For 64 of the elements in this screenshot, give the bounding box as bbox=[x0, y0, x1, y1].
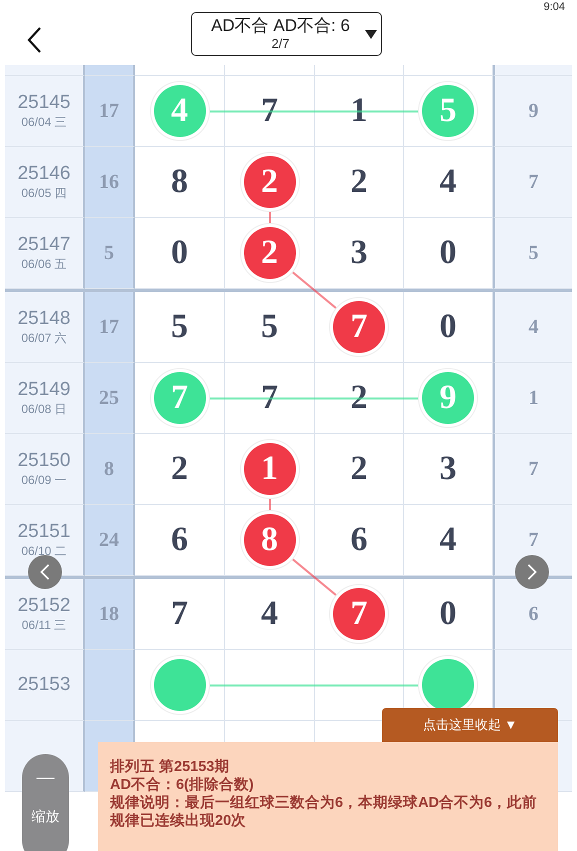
number-ball: 7 bbox=[333, 301, 385, 353]
table-cell: 2 bbox=[315, 434, 404, 505]
table-cell: 7 bbox=[493, 147, 572, 218]
number-ball: 8 bbox=[244, 514, 296, 566]
issue-number: 25149 bbox=[18, 379, 70, 401]
number-ball: 4 bbox=[154, 85, 206, 137]
table-cell: 5 bbox=[225, 292, 315, 363]
chevron-right-icon bbox=[527, 563, 537, 581]
table-cell: 8 bbox=[135, 147, 225, 218]
table-cell: 25 bbox=[85, 363, 135, 434]
issue-number: 25150 bbox=[18, 450, 70, 472]
info-text: AD不合：6(排除合数) bbox=[110, 776, 255, 794]
caret-icon bbox=[365, 30, 377, 38]
draw-date: 06/11 三 bbox=[22, 617, 66, 633]
table-cell: 2 bbox=[135, 434, 225, 505]
issue-number: 25147 bbox=[18, 234, 70, 256]
table-cell: 18 bbox=[85, 579, 135, 650]
number-ball: 5 bbox=[422, 85, 474, 137]
table-cell: 5 bbox=[493, 218, 572, 289]
dropdown-title: AD不合 AD不合: 6 bbox=[211, 16, 350, 36]
collapse-tab[interactable]: 点击这里收起 ▼ bbox=[382, 708, 558, 742]
info-text: 规律说明：最后一组红球三数合为6，本期绿球AD合不为6，此前规律已连续出现20次 bbox=[110, 794, 538, 830]
info-text: 排列五 第25153期 bbox=[110, 758, 230, 776]
table-cell: 4 bbox=[493, 292, 572, 363]
table-cell: 24 bbox=[85, 505, 135, 576]
number-ball: 9 bbox=[422, 372, 474, 424]
number-ball: 2 bbox=[244, 156, 296, 208]
draw-date: 06/06 五 bbox=[21, 256, 67, 272]
dropdown-subtitle: 2/7 bbox=[271, 36, 290, 52]
issue-number: 25152 bbox=[18, 595, 70, 617]
number-ball: 1 bbox=[244, 443, 296, 495]
issue-number: 25151 bbox=[18, 521, 70, 543]
draw-date: 06/09 一 bbox=[21, 472, 67, 488]
issue-number: 25145 bbox=[18, 92, 70, 114]
issue-number: 25146 bbox=[18, 163, 70, 185]
draw-date: 06/05 四 bbox=[21, 185, 67, 201]
status-time: 9:04 bbox=[544, 0, 565, 14]
issue-number: 25148 bbox=[18, 308, 70, 330]
draw-date: 06/08 日 bbox=[21, 401, 67, 417]
draw-date: 06/07 六 bbox=[21, 330, 67, 346]
issue-number: 25153 bbox=[18, 674, 70, 696]
table-cell: 7 bbox=[135, 579, 225, 650]
dropdown-button[interactable]: AD不合 AD不合: 6 2/7 bbox=[191, 12, 382, 56]
table-cell: 5 bbox=[135, 292, 225, 363]
table-cell: 8 bbox=[85, 434, 135, 505]
table-cell bbox=[85, 65, 135, 76]
table-cell: 5 bbox=[85, 218, 135, 289]
table-cell: 17 bbox=[85, 292, 135, 363]
draw-date: 06/10 二 bbox=[21, 543, 67, 559]
table-cell: 16 bbox=[85, 147, 135, 218]
draw-date: 06/04 三 bbox=[21, 114, 67, 130]
table-cell: 6 bbox=[493, 579, 572, 650]
back-icon[interactable] bbox=[26, 26, 42, 54]
table-cell: 1 bbox=[493, 363, 572, 434]
number-ball: 2 bbox=[244, 227, 296, 279]
table-cell: 17 bbox=[85, 76, 135, 147]
number-ball: 7 bbox=[154, 372, 206, 424]
table-cell: 9 bbox=[493, 76, 572, 147]
number-ball: 7 bbox=[333, 588, 385, 640]
zoom-button[interactable]: — 缩放 bbox=[22, 754, 69, 851]
table-cell: 4 bbox=[225, 579, 315, 650]
table-cell: 7 bbox=[493, 434, 572, 505]
table-cell: 2 bbox=[315, 147, 404, 218]
chevron-left-icon bbox=[40, 563, 50, 581]
